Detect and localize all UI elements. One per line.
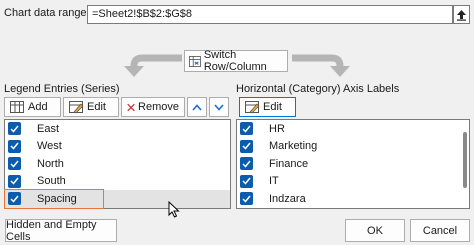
add-series-button[interactable]: Add: [4, 97, 61, 117]
edit-table-icon: [69, 100, 84, 113]
checkmark-icon: [242, 177, 251, 185]
checkbox[interactable]: [8, 122, 21, 136]
checkbox[interactable]: [240, 157, 253, 171]
move-down-button[interactable]: [209, 97, 229, 117]
right-curved-arrow-icon: [292, 54, 350, 77]
edit-label: Edit: [87, 101, 106, 113]
remove-x-icon: [127, 103, 135, 111]
add-table-icon: [10, 100, 24, 113]
selection-highlight-box: [4, 189, 104, 209]
checkbox[interactable]: [8, 174, 21, 188]
axis-labels-title: Horizontal (Category) Axis Labels: [236, 83, 400, 95]
legend-entries-title: Legend Entries (Series): [4, 83, 120, 95]
checkbox[interactable]: [240, 174, 253, 188]
checkmark-icon: [10, 160, 19, 168]
axis-labels-list[interactable]: HR Marketing Finance IT Indzara: [236, 119, 470, 209]
chevron-up-icon: [192, 103, 202, 111]
edit-table-icon: [245, 100, 260, 113]
collapse-dialog-button[interactable]: [453, 5, 470, 24]
list-item[interactable]: IT: [237, 173, 469, 191]
chart-data-range-input[interactable]: =Sheet2!$B$2:$G$8: [87, 5, 453, 24]
series-label: South: [37, 175, 66, 188]
list-item[interactable]: North: [5, 155, 230, 173]
legend-toolbar: Add Edit Remove: [4, 96, 231, 118]
checkmark-icon: [10, 142, 19, 150]
checkbox[interactable]: [8, 157, 21, 171]
hidden-empty-cells-button[interactable]: Hidden and Empty Cells: [5, 219, 117, 243]
ok-button[interactable]: OK: [345, 219, 405, 242]
edit-series-button[interactable]: Edit: [63, 97, 119, 117]
category-label: HR: [269, 122, 285, 135]
checkmark-icon: [10, 125, 19, 133]
list-item[interactable]: West: [5, 138, 230, 156]
add-label: Add: [28, 101, 48, 113]
axis-list-scrollbar[interactable]: [463, 132, 467, 188]
checkbox[interactable]: [8, 139, 21, 153]
switch-row-column-label: Switch Row/Column: [203, 49, 267, 73]
category-label: Marketing: [269, 140, 318, 153]
list-item[interactable]: East: [5, 120, 230, 138]
checkbox[interactable]: [240, 122, 253, 136]
remove-series-button[interactable]: Remove: [121, 97, 185, 117]
checkbox[interactable]: [240, 139, 253, 153]
switch-table-icon: [189, 55, 201, 67]
mouse-cursor-icon: [168, 201, 180, 218]
collapse-arrow-icon: [457, 9, 466, 21]
edit-axis-label: Edit: [263, 101, 282, 113]
chevron-down-icon: [214, 103, 224, 111]
left-curved-arrow-icon: [124, 54, 182, 77]
list-item[interactable]: South: [5, 173, 230, 191]
category-label: Indzara: [269, 192, 306, 205]
checkmark-icon: [10, 177, 19, 185]
axis-toolbar: Edit: [236, 96, 470, 118]
series-label: East: [37, 122, 60, 135]
cancel-button[interactable]: Cancel: [410, 219, 470, 242]
list-item[interactable]: Marketing: [237, 138, 469, 156]
edit-axis-labels-button[interactable]: Edit: [239, 97, 296, 117]
checkmark-icon: [242, 195, 251, 203]
chart-data-range-label: Chart data range:: [4, 7, 90, 19]
list-item[interactable]: HR: [237, 120, 469, 138]
move-up-button[interactable]: [187, 97, 207, 117]
list-item[interactable]: Indzara: [237, 190, 469, 208]
checkmark-icon: [242, 160, 251, 168]
checkmark-icon: [242, 125, 251, 133]
category-label: IT: [269, 175, 279, 188]
category-label: Finance: [269, 157, 309, 170]
checkmark-icon: [242, 142, 251, 150]
series-label: West: [37, 140, 62, 153]
remove-label: Remove: [138, 101, 179, 113]
checkbox[interactable]: [240, 192, 253, 206]
series-label: North: [37, 157, 64, 170]
list-item[interactable]: Finance: [237, 155, 469, 173]
switch-row-column-button[interactable]: Switch Row/Column: [184, 49, 288, 73]
